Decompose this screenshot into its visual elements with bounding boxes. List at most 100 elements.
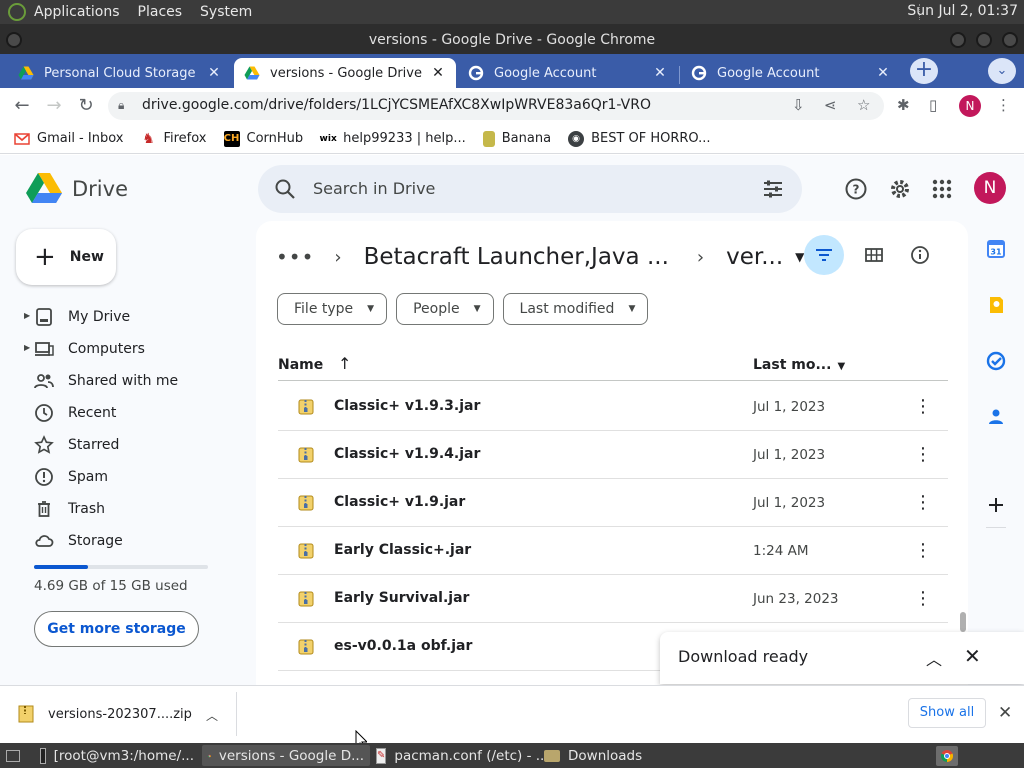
download-filename[interactable]: versions-202307....zip — [48, 707, 192, 722]
dropdown-arrow-icon[interactable]: ▼ — [795, 250, 804, 264]
file-name[interactable]: Classic+ v1.9.4.jar — [334, 446, 480, 462]
show-desktop-button[interactable] — [2, 745, 32, 766]
more-actions-icon[interactable]: ⋮ — [914, 539, 932, 563]
maximize-button[interactable] — [976, 32, 992, 48]
sidebar-item-storage[interactable]: Storage — [0, 525, 240, 557]
file-name[interactable]: Classic+ v1.9.3.jar — [334, 398, 480, 414]
breadcrumb-parent[interactable]: Betacraft Launcher,Java ... — [364, 244, 669, 270]
file-name[interactable]: Early Classic+.jar — [334, 542, 471, 558]
info-icon[interactable] — [910, 245, 930, 265]
filter-toggle-button[interactable] — [804, 235, 844, 275]
url-text[interactable]: drive.google.com/drive/folders/1LCjYCSME… — [142, 97, 651, 113]
more-actions-icon[interactable]: ⋮ — [914, 443, 932, 467]
close-tab-icon[interactable]: ✕ — [430, 65, 446, 81]
expand-caret-icon[interactable]: ▶ — [24, 343, 30, 352]
file-name[interactable]: es-v0.0.1a obf.jar — [334, 638, 472, 654]
tab-google-account-2[interactable]: Google Account ✕ — [681, 58, 901, 88]
tasks-icon[interactable] — [986, 351, 1006, 371]
expand-caret-icon[interactable]: ▶ — [24, 311, 30, 320]
settings-gear-icon[interactable] — [888, 177, 912, 201]
new-button[interactable]: + New — [16, 229, 116, 285]
taskbar-item-downloads[interactable]: Downloads — [538, 745, 668, 766]
menu-applications[interactable]: Applications — [34, 4, 120, 20]
chrome-profile-avatar[interactable]: N — [959, 95, 981, 117]
extensions-puzzle-icon[interactable]: ✱ — [897, 96, 910, 114]
tab-google-account-1[interactable]: Google Account ✕ — [458, 58, 678, 88]
minimize-button[interactable] — [950, 32, 966, 48]
grid-view-icon[interactable] — [864, 245, 884, 265]
tab-search-button[interactable]: ⌄ — [988, 58, 1016, 84]
tab-personal-cloud[interactable]: Personal Cloud Storage & F ✕ — [8, 58, 232, 88]
sidebar-item-starred[interactable]: Starred — [0, 429, 240, 461]
reload-icon[interactable]: ↻ — [74, 94, 98, 118]
contacts-icon[interactable] — [986, 407, 1006, 427]
tab-versions-drive[interactable]: versions - Google Drive ✕ — [234, 58, 456, 88]
sidebar-item-my-drive[interactable]: ▶ My Drive — [0, 301, 240, 333]
get-more-storage-button[interactable]: Get more storage — [34, 611, 199, 647]
window-titlebar[interactable]: versions - Google Drive - Google Chrome — [0, 24, 1024, 54]
bookmark-best-of-horror[interactable]: ◉ BEST OF HORRO... — [568, 130, 711, 147]
forward-arrow-icon[interactable]: → — [42, 94, 66, 118]
bookmark-gmail[interactable]: Gmail - Inbox — [14, 131, 123, 147]
taskbar-item-terminal[interactable]: [root@vm3:/home/... — [34, 745, 200, 766]
column-header-last-modified[interactable]: Last mo... ▼ — [753, 357, 845, 373]
sort-ascending-icon[interactable]: ↑ — [338, 354, 351, 373]
menu-system[interactable]: System — [200, 4, 252, 20]
file-row[interactable]: Classic+ v1.9.3.jar Jul 1, 2023 ⋮ — [278, 383, 948, 431]
more-actions-icon[interactable]: ⋮ — [914, 491, 932, 515]
share-icon[interactable]: ⋖ — [824, 96, 837, 114]
close-shelf-icon[interactable]: ✕ — [998, 703, 1012, 723]
sidebar-item-shared-with-me[interactable]: Shared with me — [0, 365, 240, 397]
column-header-name[interactable]: Name — [278, 357, 323, 373]
search-icon[interactable] — [274, 178, 296, 200]
side-panel-icon[interactable]: ▯ — [929, 96, 937, 114]
google-apps-icon[interactable] — [930, 177, 954, 201]
file-row[interactable]: Classic+ v1.9.jar Jul 1, 2023 ⋮ — [278, 479, 948, 527]
chevron-up-icon[interactable]: ︿ — [206, 707, 218, 724]
distro-logo-icon[interactable] — [8, 3, 26, 21]
google-drive-logo-icon[interactable] — [26, 171, 62, 205]
close-tab-icon[interactable]: ✕ — [875, 65, 891, 81]
address-bar[interactable]: 🔒︎ drive.google.com/drive/folders/1LCjYC… — [108, 92, 884, 120]
chevron-up-icon[interactable]: ︿ — [926, 646, 942, 670]
install-app-icon[interactable]: ⇩ — [792, 96, 805, 114]
search-options-icon[interactable] — [762, 179, 784, 199]
more-actions-icon[interactable]: ⋮ — [914, 587, 932, 611]
sidebar-item-recent[interactable]: Recent — [0, 397, 240, 429]
sidebar-item-spam[interactable]: Spam — [0, 461, 240, 493]
keep-icon[interactable] — [986, 295, 1006, 315]
sidebar-item-trash[interactable]: Trash — [0, 493, 240, 525]
list-scrollbar-thumb[interactable] — [960, 612, 966, 632]
close-window-button[interactable] — [1002, 32, 1018, 48]
breadcrumb-current[interactable]: ver... — [726, 244, 783, 270]
bookmark-cornhub[interactable]: CH CornHub — [223, 130, 303, 147]
bookmark-help99233[interactable]: wix help99233 | help... — [320, 131, 466, 147]
window-menu-button[interactable] — [6, 32, 22, 48]
file-row[interactable]: Early Survival.jar Jun 23, 2023 ⋮ — [278, 575, 948, 623]
more-actions-icon[interactable]: ⋮ — [914, 395, 932, 419]
filter-file-type[interactable]: File type ▼ — [277, 293, 388, 325]
calendar-icon[interactable]: 31 — [986, 239, 1006, 259]
close-tab-icon[interactable]: ✕ — [206, 65, 222, 81]
bookmark-banana[interactable]: Banana — [482, 130, 551, 147]
file-row[interactable]: Classic+ v1.9.4.jar Jul 1, 2023 ⋮ — [278, 431, 948, 479]
taskbar-item-pacman-conf[interactable]: ✎ pacman.conf (/etc) - ... — [370, 745, 549, 766]
workspace-switcher[interactable] — [936, 746, 958, 766]
file-row[interactable]: Early Classic+.jar 1:24 AM ⋮ — [278, 527, 948, 575]
close-tab-icon[interactable]: ✕ — [652, 65, 668, 81]
account-avatar[interactable]: N — [974, 172, 1006, 204]
file-name[interactable]: Classic+ v1.9.jar — [334, 494, 465, 510]
download-item[interactable]: versions-202307....zip — [18, 705, 192, 723]
back-arrow-icon[interactable]: ← — [10, 94, 34, 118]
bookmark-star-icon[interactable]: ☆ — [857, 96, 870, 114]
drive-app-name[interactable]: Drive — [72, 177, 128, 201]
sidebar-item-computers[interactable]: ▶ Computers — [0, 333, 240, 365]
chrome-menu-icon[interactable]: ⋮ — [996, 96, 1011, 114]
breadcrumb-more-icon[interactable]: ••• — [276, 245, 314, 269]
show-all-downloads-button[interactable]: Show all — [908, 698, 986, 728]
filter-last-modified[interactable]: Last modified ▼ — [502, 293, 649, 325]
close-icon[interactable]: ✕ — [964, 644, 981, 668]
add-addon-icon[interactable] — [986, 495, 1006, 515]
bookmark-firefox[interactable]: ♞ Firefox — [140, 131, 206, 147]
search-input[interactable]: Search in Drive — [258, 165, 802, 213]
